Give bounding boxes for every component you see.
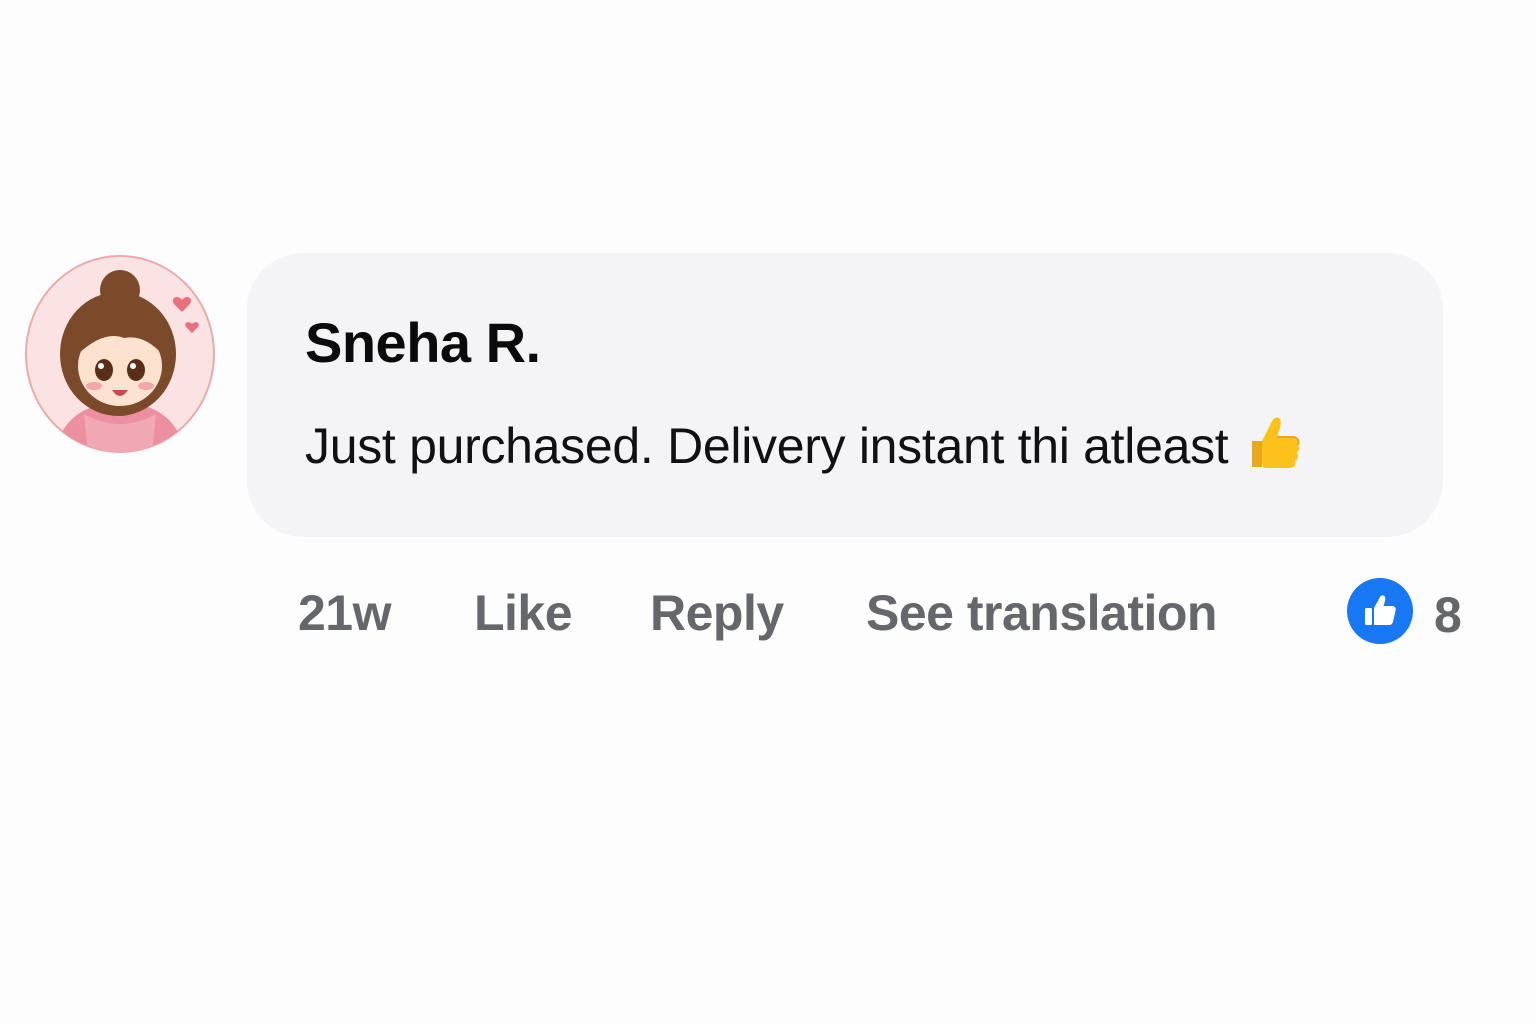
comment-actions: 21w Like Reply See translation (0, 588, 1536, 648)
see-translation-button[interactable]: See translation (866, 588, 1217, 638)
avatar[interactable] (24, 254, 216, 454)
comment-text: Just purchased. Delivery instant thi atl… (305, 418, 1229, 474)
comment-bubble: Sneha R. Just purchased. Delivery instan… (247, 253, 1443, 537)
like-reaction-icon[interactable] (1347, 578, 1413, 644)
like-button[interactable]: Like (474, 588, 573, 638)
comment-timestamp[interactable]: 21w (298, 588, 392, 638)
thumbs-up-emoji-icon (1246, 413, 1302, 471)
comment-author[interactable]: Sneha R. (305, 315, 541, 371)
comment-text-row: Just purchased. Delivery instant thi atl… (305, 417, 1302, 475)
reaction-count[interactable]: 8 (1434, 590, 1462, 640)
reply-button[interactable]: Reply (650, 588, 784, 638)
comment-page: Sneha R. Just purchased. Delivery instan… (0, 0, 1536, 1024)
cartoon-girl-avatar-icon (25, 255, 215, 453)
thumbs-up-icon (1365, 595, 1396, 625)
